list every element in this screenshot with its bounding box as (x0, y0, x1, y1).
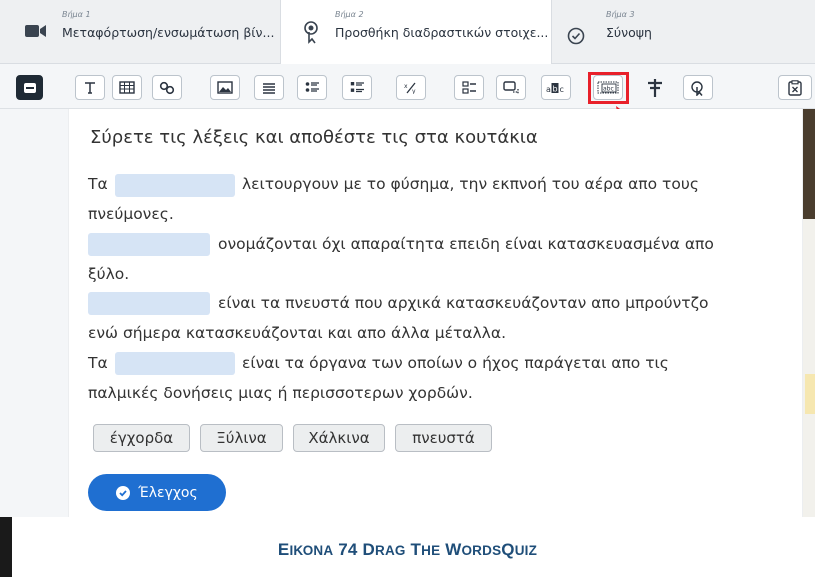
sentence-4-end: είναι τα όργανα των οποίων ο ήχος παράγε… (242, 354, 669, 372)
figure-caption: ΕΙΚΟΝΑ 74 DRAG THE WORDSQUIZ (277, 540, 538, 559)
check-button[interactable]: Έλεγχος (88, 474, 226, 511)
svg-text:a: a (546, 85, 551, 94)
check-circle-icon (567, 27, 585, 45)
svg-text:y: y (412, 88, 416, 94)
crossroads-icon (648, 78, 662, 97)
sentence-1-cont: πνεύμονες. (88, 205, 174, 223)
drop-zone-2[interactable] (88, 233, 210, 256)
quiz-title: Σύρετε τις λέξεις και αποθέστε τις στα κ… (90, 127, 538, 148)
left-panel (0, 109, 68, 517)
drag-drop-icon (503, 80, 519, 94)
step-3-label: Βήμα 3 (606, 10, 635, 19)
fill-blanks-tool-button[interactable]: xy (396, 75, 426, 100)
submit-screen-tool-button[interactable] (778, 75, 812, 100)
text-icon (85, 81, 95, 94)
label-icon (23, 82, 36, 93)
multiple-choice-tool-button[interactable] (342, 75, 372, 100)
right-preview-strip (803, 109, 815, 517)
summary-tool-button[interactable] (454, 75, 484, 100)
image-tool-button[interactable] (210, 75, 240, 100)
tool-highlight-box (588, 72, 629, 104)
draggable-word-3[interactable]: Χάλκινα (293, 424, 385, 452)
sentence-1-end: λειτουργουν με το φύσημα, την εκπνοή του… (242, 175, 699, 193)
summary-icon (461, 81, 476, 94)
step-3[interactable]: Βήμα 3 Σύνοψη (552, 0, 815, 64)
link-icon (159, 81, 175, 94)
drop-zone-3[interactable] (88, 292, 210, 315)
pointer-tap-icon (304, 21, 318, 44)
svg-text:c: c (560, 85, 564, 94)
svg-text:b: b (553, 84, 558, 93)
sentence-4-cont: παλμικές δονήσεις μιας ή περισσοτερων χο… (88, 384, 473, 402)
single-choice-tool-button[interactable] (297, 75, 327, 100)
drop-zone-4[interactable] (115, 352, 235, 375)
sentence-3-cont: ενώ σήμερα κατασκευάζονται και απο άλλα … (88, 324, 507, 342)
step-2[interactable]: Βήμα 2 Προσθήκη διαδραστικών στοιχε... (280, 0, 552, 65)
fill-blanks-icon: xy (404, 82, 416, 94)
toolbar: xy abc abc (0, 64, 815, 109)
sentence-3: είναι τα πνευστά που αρχικά κατασκευάζον… (218, 294, 709, 312)
statements-tool-button[interactable] (254, 75, 284, 100)
check-icon (116, 485, 131, 500)
step-2-label: Βήμα 2 (335, 10, 364, 19)
svg-text:x: x (404, 83, 408, 90)
steps-bar: Βήμα 1 Μεταφόρτωση/ενσωμάτωση βίν... Βήμ… (0, 0, 815, 65)
drop-zone-1[interactable] (115, 174, 235, 197)
navigation-hotspot-tool-button[interactable] (683, 75, 713, 100)
multiple-choice-icon (350, 82, 364, 93)
table-tool-button[interactable] (112, 75, 142, 100)
draggable-word-1[interactable]: έγχορδα (93, 424, 190, 452)
statements-icon (263, 82, 275, 94)
sentence-1-start: Τα (88, 175, 108, 193)
sentence-2-cont: ξύλο. (88, 265, 130, 283)
draggable-word-2[interactable]: Ξύλινα (200, 424, 283, 452)
check-button-label: Έλεγχος (138, 484, 198, 501)
step-1-title: Μεταφόρτωση/ενσωμάτωση βίν... (62, 25, 275, 40)
submit-screen-icon (788, 79, 802, 96)
step-2-title: Προσθήκη διαδραστικών στοιχε... (335, 25, 549, 40)
sentence-2: ονομάζονται όχι απαραίτητα επειδη είναι … (218, 235, 714, 253)
text-tool-button[interactable] (75, 75, 105, 100)
video-camera-icon (25, 25, 46, 37)
drag-drop-tool-button[interactable] (496, 75, 526, 100)
single-choice-icon (305, 82, 319, 92)
crossroads-tool-button[interactable] (640, 75, 670, 100)
step-1[interactable]: Βήμα 1 Μεταφόρτωση/ενσωμάτωση βίν... (0, 0, 280, 64)
image-icon (217, 81, 233, 94)
mark-words-tool-button[interactable]: abc (541, 75, 571, 100)
draggable-word-4[interactable]: πνευστά (395, 424, 492, 452)
link-tool-button[interactable] (152, 75, 182, 100)
sentence-4-start: Τα (88, 354, 108, 372)
step-3-title: Σύνοψη (606, 25, 652, 40)
step-1-label: Βήμα 1 (62, 10, 91, 19)
navigation-hotspot-icon (691, 80, 703, 96)
mark-words-icon: abc (546, 82, 564, 94)
label-tool-button[interactable] (16, 75, 43, 100)
table-icon (119, 81, 135, 94)
